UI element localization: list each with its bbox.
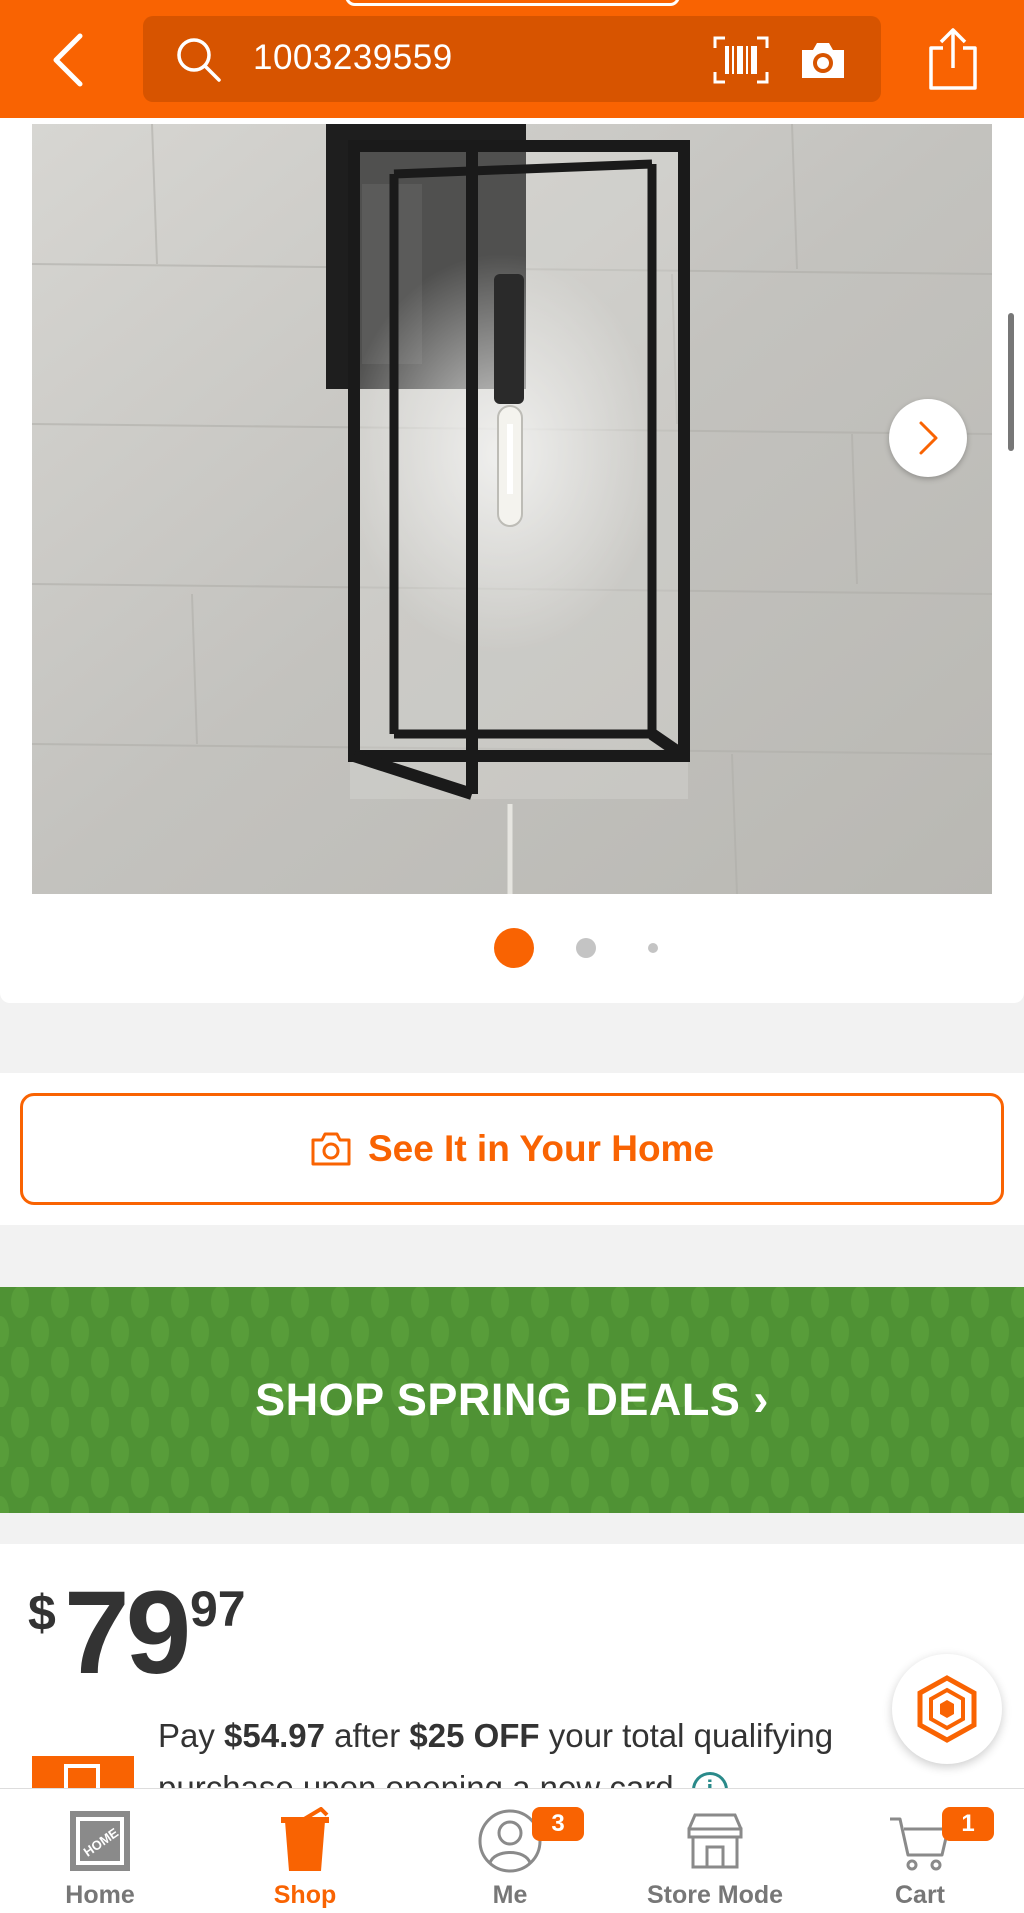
nav-cart-label: Cart — [894, 1881, 945, 1909]
chevron-left-icon — [53, 33, 83, 87]
hexagon-icon — [917, 1675, 977, 1743]
floating-hexagon-button[interactable] — [892, 1654, 1002, 1764]
nav-home-label: Home — [65, 1881, 135, 1909]
me-badge: 3 — [532, 1807, 584, 1841]
nav-shop[interactable]: Shop — [205, 1789, 405, 1913]
status-notch — [345, 0, 680, 6]
search-bar[interactable]: 1003239559 — [143, 16, 881, 102]
see-it-in-your-home-button[interactable]: See It in Your Home — [20, 1093, 1004, 1205]
store-icon — [687, 1813, 743, 1869]
promo-discount: $25 OFF — [409, 1717, 540, 1754]
carousel-dot[interactable] — [576, 938, 596, 958]
carousel-dot-active[interactable] — [494, 928, 534, 968]
camera-icon[interactable] — [798, 38, 848, 82]
bottom-nav: HOME Home Shop 3 Me Store Mode 1 Cart — [0, 1788, 1024, 1913]
carousel-dot[interactable] — [648, 943, 658, 953]
nav-store-mode[interactable]: Store Mode — [615, 1789, 815, 1913]
camera-outline-icon — [311, 1132, 351, 1166]
bucket-icon — [281, 1807, 329, 1871]
promo-pre: Pay — [158, 1717, 225, 1754]
search-query[interactable]: 1003239559 — [253, 38, 453, 78]
nav-store-mode-label: Store Mode — [646, 1881, 784, 1909]
product-page: 1003239559 See It in Your Home SHOP SPRI… — [0, 0, 1024, 1913]
back-button[interactable] — [42, 30, 94, 90]
spring-deals-label: SHOP SPRING DEALS › — [255, 1374, 769, 1425]
product-image[interactable] — [32, 124, 992, 894]
carousel-dots — [0, 928, 1024, 968]
home-depot-logo-icon: HOME — [70, 1811, 130, 1871]
scrollbar[interactable] — [1008, 313, 1014, 451]
nav-me-label: Me — [492, 1881, 528, 1909]
cart-badge: 1 — [942, 1807, 994, 1841]
price-dollars: 79 — [64, 1567, 191, 1699]
nav-cart[interactable]: 1 Cart — [820, 1789, 1020, 1913]
price-currency: $ — [28, 1585, 56, 1641]
nav-me[interactable]: 3 Me — [410, 1789, 610, 1913]
see-it-card: See It in Your Home — [0, 1073, 1024, 1225]
chevron-right-icon — [919, 421, 938, 455]
see-it-label: See It in Your Home — [367, 1128, 715, 1169]
search-icon — [177, 38, 221, 82]
promo-mid: after — [324, 1717, 410, 1754]
price-cents: 97 — [190, 1581, 246, 1637]
next-image-button[interactable] — [889, 399, 967, 477]
product-gallery — [0, 118, 1024, 1003]
nav-home[interactable]: HOME Home — [0, 1789, 200, 1913]
promo-amount: $54.97 — [224, 1717, 325, 1754]
lantern-photo — [32, 124, 992, 894]
share-icon[interactable] — [925, 26, 981, 92]
top-bar: 1003239559 — [0, 0, 1024, 118]
nav-shop-label: Shop — [273, 1881, 337, 1909]
spring-deals-banner[interactable]: SHOP SPRING DEALS › — [0, 1287, 1024, 1513]
barcode-scan-icon[interactable] — [713, 36, 769, 84]
